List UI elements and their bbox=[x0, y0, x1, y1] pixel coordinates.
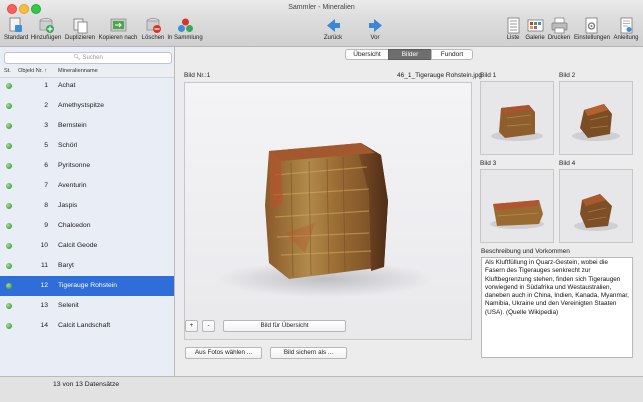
status-dot bbox=[6, 103, 12, 109]
list-item[interactable]: 2 Amethystspitze bbox=[0, 96, 174, 116]
status-dot bbox=[6, 303, 12, 309]
list-item[interactable]: 6 Pyritsonne bbox=[0, 156, 174, 176]
search-input[interactable]: 🔍︎ Suchen bbox=[4, 52, 172, 64]
status-dot bbox=[6, 143, 12, 149]
thumbnail-4[interactable] bbox=[559, 169, 633, 243]
search-placeholder: Suchen bbox=[82, 55, 103, 61]
arrow-left-icon bbox=[325, 17, 342, 34]
detail-pane: Übersicht Bilder Fundort Bild Nr.:1 46_1… bbox=[175, 47, 643, 376]
column-status[interactable]: St. bbox=[4, 68, 11, 74]
back-button[interactable]: Zurück bbox=[321, 17, 345, 41]
collection-icon bbox=[177, 17, 194, 34]
minimize-window-button[interactable] bbox=[19, 4, 29, 14]
toolbar: Standard Hinzufügen Duplizieren Kopieren… bbox=[0, 16, 643, 47]
list-item[interactable]: 5 Schörl bbox=[0, 136, 174, 156]
list-item[interactable]: 14 Calcit Landschaft bbox=[0, 316, 174, 336]
status-dot bbox=[6, 183, 12, 189]
add-icon bbox=[38, 17, 55, 34]
list-item[interactable]: 13 Selenit bbox=[0, 296, 174, 316]
status-dot bbox=[6, 163, 12, 169]
choose-from-photos-button[interactable]: Aus Fotos wählen ... bbox=[185, 347, 262, 359]
thumbnail-label-3: Bild 3 bbox=[480, 160, 497, 167]
description-heading: Beschreibung und Vorkommen bbox=[481, 248, 570, 255]
settings-button[interactable]: Einstellungen bbox=[574, 17, 610, 41]
copy-to-icon bbox=[110, 17, 127, 34]
status-dot bbox=[6, 323, 12, 329]
tab-images[interactable]: Bilder bbox=[388, 49, 432, 60]
app-window: Sammler - Mineralien Standard Hinzufügen… bbox=[0, 0, 643, 402]
list-view-button[interactable]: Liste bbox=[502, 17, 524, 41]
status-dot bbox=[6, 243, 12, 249]
window-title: Sammler - Mineralien bbox=[288, 4, 355, 11]
zoom-window-button[interactable] bbox=[31, 4, 41, 14]
manual-icon bbox=[618, 17, 635, 34]
gallery-view-button[interactable]: Galerie bbox=[524, 17, 546, 41]
thumbnail-stone-image bbox=[491, 105, 543, 141]
thumbnail-stone-image bbox=[490, 200, 544, 229]
list-item[interactable]: 10 Calcit Geode bbox=[0, 236, 174, 256]
standard-icon bbox=[7, 17, 24, 34]
record-list-sidebar: 🔍︎ Suchen St. Objekt Nr. ↑ Mineraliennam… bbox=[0, 47, 175, 376]
thumbnail-label-4: Bild 4 bbox=[559, 160, 576, 167]
remove-image-button[interactable]: - bbox=[202, 320, 215, 332]
in-collection-button[interactable]: In Sammlung bbox=[167, 17, 203, 41]
duplicate-button[interactable]: Duplizieren bbox=[64, 17, 96, 41]
column-object-number[interactable]: Objekt Nr. ↑ bbox=[18, 68, 47, 74]
add-button[interactable]: Hinzufügen bbox=[30, 17, 62, 41]
status-bar: 13 von 13 Datensätze bbox=[0, 376, 643, 402]
close-window-button[interactable] bbox=[7, 4, 17, 14]
title-bar: Sammler - Mineralien bbox=[0, 0, 643, 16]
thumbnail-1[interactable] bbox=[480, 81, 554, 155]
thumbnail-2[interactable] bbox=[559, 81, 633, 155]
status-dot bbox=[6, 123, 12, 129]
main-image[interactable] bbox=[184, 82, 472, 340]
thumbnail-label-2: Bild 2 bbox=[559, 72, 576, 79]
use-for-overview-button[interactable]: Bild für Übersicht bbox=[223, 320, 346, 332]
print-icon bbox=[551, 17, 568, 34]
record-count: 13 von 13 Datensätze bbox=[53, 381, 120, 388]
list-item[interactable]: 3 Bernstein bbox=[0, 116, 174, 136]
list-item[interactable]: 9 Chalcedon bbox=[0, 216, 174, 236]
tab-overview[interactable]: Übersicht bbox=[345, 49, 389, 60]
status-dot bbox=[6, 263, 12, 269]
thumbnail-stone-image bbox=[572, 104, 620, 141]
print-button[interactable]: Drucken bbox=[547, 17, 571, 41]
tab-location[interactable]: Fundort bbox=[431, 49, 473, 60]
delete-button[interactable]: Löschen bbox=[141, 17, 165, 41]
save-image-as-button[interactable]: Bild sichern als ... bbox=[270, 347, 347, 359]
status-dot bbox=[6, 203, 12, 209]
status-dot bbox=[6, 83, 12, 89]
list-item[interactable]: 8 Jaspis bbox=[0, 196, 174, 216]
duplicate-icon bbox=[72, 17, 89, 34]
standard-button[interactable]: Standard bbox=[4, 17, 28, 41]
tiger-eye-stone-image bbox=[217, 143, 433, 297]
list-icon bbox=[505, 17, 522, 34]
gallery-icon bbox=[527, 17, 544, 34]
column-mineral-name[interactable]: Mineralienname bbox=[58, 68, 98, 74]
thumbnail-stone-image bbox=[574, 194, 618, 231]
image-filename: 46_1_Tigerauge Rohstein.jpg bbox=[397, 72, 483, 79]
manual-button[interactable]: Anleitung bbox=[612, 17, 640, 41]
thumbnail-label-1: Bild 1 bbox=[480, 72, 497, 79]
description-textarea[interactable]: Als Kluftfüllung in Quarz-Gestein, wobei… bbox=[481, 257, 633, 358]
forward-button[interactable]: Vor bbox=[363, 17, 387, 41]
list-item[interactable]: 1 Achat bbox=[0, 76, 174, 96]
list-item-selected[interactable]: 12 Tigerauge Rohstein bbox=[0, 276, 174, 296]
list-item[interactable]: 7 Aventurin bbox=[0, 176, 174, 196]
copy-to-button[interactable]: Kopieren nach bbox=[98, 17, 138, 41]
thumbnail-3[interactable] bbox=[480, 169, 554, 243]
status-dot bbox=[6, 223, 12, 229]
image-number-label: Bild Nr.:1 bbox=[184, 72, 211, 79]
status-dot bbox=[6, 283, 12, 289]
add-image-button[interactable]: + bbox=[185, 320, 198, 332]
list-item[interactable]: 11 Baryt bbox=[0, 256, 174, 276]
delete-icon bbox=[145, 17, 162, 34]
arrow-right-icon bbox=[367, 17, 384, 34]
search-icon: 🔍︎ bbox=[73, 55, 81, 61]
settings-icon bbox=[583, 17, 600, 34]
